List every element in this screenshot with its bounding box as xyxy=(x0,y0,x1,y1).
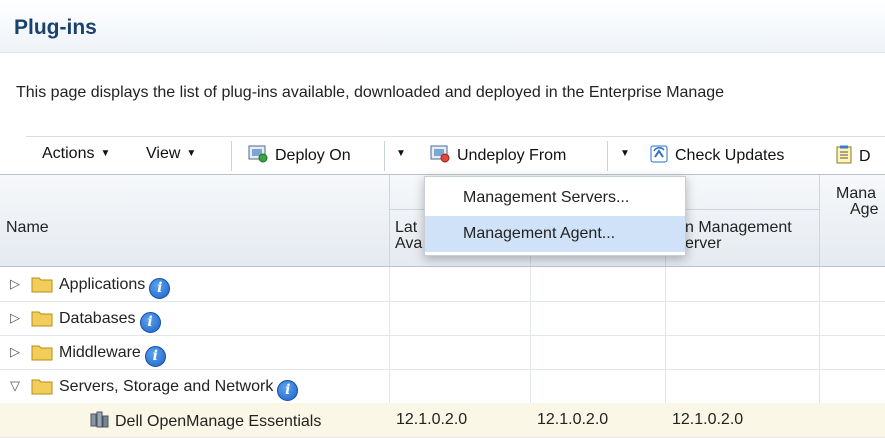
deploy-on-dropdown[interactable]: ▼ xyxy=(396,145,406,163)
expand-triangle-icon[interactable]: ▷ xyxy=(10,310,20,326)
folder-icon xyxy=(31,379,53,395)
info-icon[interactable]: i xyxy=(277,380,299,401)
undeploy-from-dropdown[interactable]: ▼ xyxy=(620,145,630,163)
check-updates-icon xyxy=(650,145,668,163)
collapse-triangle-icon[interactable]: ▽ xyxy=(10,378,20,394)
deploy-on-button[interactable]: Deploy On xyxy=(248,145,351,165)
column-header-latest-available[interactable]: Lat Ava xyxy=(395,219,422,253)
row-on-management-server-cell: 12.1.0.2.0 xyxy=(672,411,744,428)
header-line: Ava xyxy=(395,235,423,252)
row-name-cell: Servers, Storage and Network i xyxy=(31,377,299,401)
notes-label: D xyxy=(859,148,871,165)
caret-down-icon: ▼ xyxy=(186,148,197,159)
row-name-cell: Dell OpenManage Essentials xyxy=(90,411,321,431)
menu-item-management-agent[interactable]: Management Agent... xyxy=(425,216,685,252)
expand-triangle-icon[interactable]: ▷ xyxy=(10,344,20,360)
column-header-name[interactable]: Name xyxy=(6,219,49,237)
menu-item-management-servers[interactable]: Management Servers... xyxy=(425,180,685,216)
header-line: Age xyxy=(850,201,879,218)
row-name: Databases xyxy=(59,310,136,327)
caret-down-icon: ▼ xyxy=(620,148,630,159)
table-row-selected[interactable]: Dell OpenManage Essentials 12.1.0.2.0 12… xyxy=(0,403,885,438)
undeploy-from-menu: Management Servers... Management Agent..… xyxy=(424,176,686,256)
menu-item-label: Management Agent... xyxy=(463,225,616,242)
row-name: Servers, Storage and Network xyxy=(59,378,274,395)
row-latest-available-cell: 12.1.0.2.0 xyxy=(396,411,468,428)
view-menu-button[interactable]: View ▼ xyxy=(146,145,196,163)
check-updates-label: Check Updates xyxy=(675,147,785,164)
deploy-on-label: Deploy On xyxy=(275,147,351,164)
caret-down-icon: ▼ xyxy=(396,148,406,159)
row-name-cell: Applications i xyxy=(31,275,171,299)
info-icon[interactable]: i xyxy=(144,346,166,367)
menu-item-label: Management Servers... xyxy=(463,189,630,206)
page-description: This page displays the list of plug-ins … xyxy=(16,84,725,101)
deploy-icon xyxy=(248,145,268,163)
row-column-3-cell: 12.1.0.2.0 xyxy=(537,411,609,428)
toolbar-separator xyxy=(607,141,608,171)
folder-icon xyxy=(31,311,53,327)
column-header-management-agent[interactable]: Mana Age xyxy=(836,185,878,219)
toolbar-separator xyxy=(384,141,385,171)
column-divider xyxy=(819,175,820,266)
page-title: Plug-ins xyxy=(14,16,97,39)
table-row[interactable]: ▷ Databases i xyxy=(0,301,885,336)
row-name-cell: Databases i xyxy=(31,309,161,333)
undeploy-from-button[interactable]: Undeploy From xyxy=(430,145,566,165)
table-row[interactable]: ▷ Middleware i xyxy=(0,335,885,370)
toolbar-separator xyxy=(231,141,232,171)
info-icon[interactable]: i xyxy=(139,312,161,333)
info-icon[interactable]: i xyxy=(149,278,171,299)
check-updates-button[interactable]: Check Updates xyxy=(650,145,784,165)
row-name: Middleware xyxy=(59,344,141,361)
page-header: Plug-ins xyxy=(0,0,885,53)
notes-icon xyxy=(836,145,852,164)
actions-label: Actions xyxy=(42,145,95,162)
row-name: Applications xyxy=(59,276,146,293)
folder-icon xyxy=(31,277,53,293)
actions-menu-button[interactable]: Actions ▼ xyxy=(42,145,110,163)
header-line: erver xyxy=(685,235,722,252)
folder-icon xyxy=(31,345,53,361)
notes-button[interactable]: D xyxy=(836,145,871,166)
view-label: View xyxy=(146,145,181,162)
undeploy-from-label: Undeploy From xyxy=(457,147,567,164)
table-row[interactable]: ▽ Servers, Storage and Network i xyxy=(0,369,885,404)
toolbar: Actions ▼ View ▼ Deploy On ▼ Undeploy From… xyxy=(26,136,885,175)
plugin-icon xyxy=(90,411,109,428)
undeploy-icon xyxy=(430,145,450,163)
caret-down-icon: ▼ xyxy=(100,148,111,159)
table-row[interactable]: ▷ Applications i xyxy=(0,267,885,302)
row-name: Dell OpenManage Essentials xyxy=(115,413,322,430)
row-name-cell: Middleware i xyxy=(31,343,166,367)
expand-triangle-icon[interactable]: ▷ xyxy=(10,276,20,292)
column-header-on-management-server[interactable]: n Management erver xyxy=(685,219,792,253)
column-divider xyxy=(389,175,390,266)
